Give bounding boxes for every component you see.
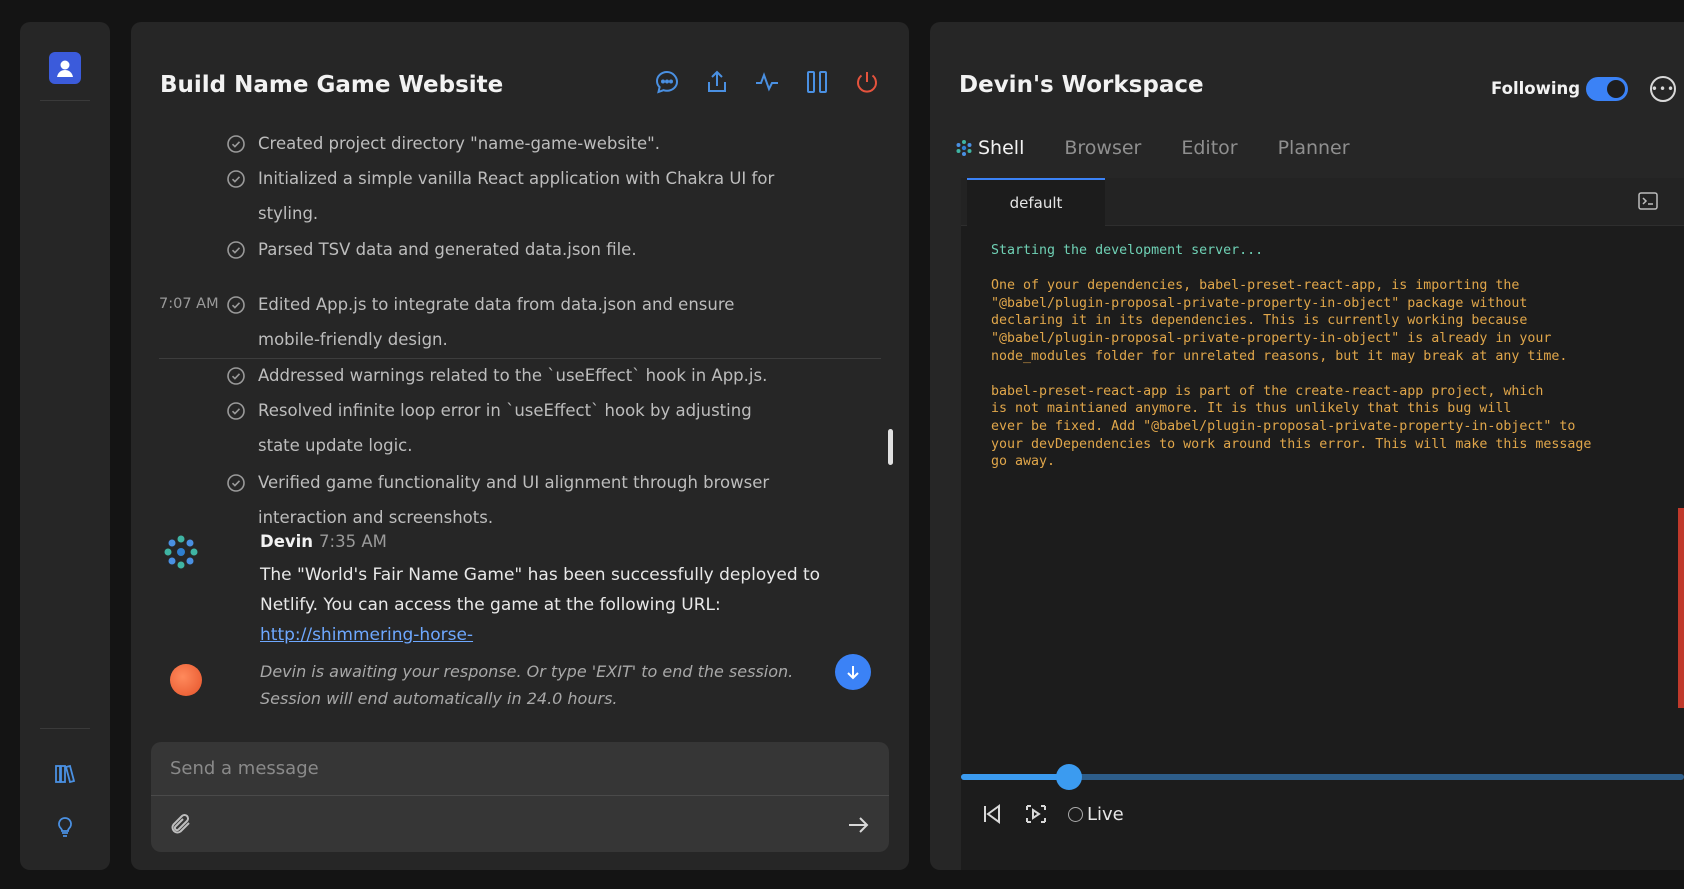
send-arrow-icon[interactable]	[845, 812, 871, 838]
share-icon[interactable]	[703, 68, 731, 96]
step-text: Verified game functionality and UI align…	[258, 473, 770, 527]
chat-title: Build Name Game Website	[160, 72, 504, 98]
workspace-title: Devin's Workspace	[959, 72, 1204, 98]
check-circle-icon	[227, 135, 245, 153]
list-item: Resolved infinite loop error in `useEffe…	[226, 393, 786, 463]
message-body: The "World's Fair Name Game" has been su…	[260, 560, 880, 650]
rail-divider	[40, 100, 90, 101]
live-button[interactable]: Live	[1068, 804, 1124, 825]
deploy-link[interactable]: http://shimmering-horse-	[260, 625, 473, 645]
step-text: Parsed TSV data and generated data.json …	[258, 240, 637, 259]
tab-label: Browser	[1064, 137, 1142, 159]
terminal-info-line: Starting the development server...	[991, 243, 1264, 258]
step-timestamp: 7:07 AM	[159, 296, 219, 312]
check-circle-icon	[227, 170, 245, 188]
scroll-down-button[interactable]	[835, 654, 871, 690]
timeline-progress	[961, 774, 1070, 780]
activity-icon[interactable]	[753, 68, 781, 96]
devin-logo-icon	[164, 535, 198, 569]
playback-controls: Live	[980, 802, 1124, 826]
skip-to-start-icon[interactable]	[980, 802, 1004, 826]
check-circle-icon	[227, 296, 245, 314]
terminal-warning-text: One of your dependencies, babel-preset-r…	[991, 278, 1592, 470]
chat-scrollbar[interactable]	[888, 429, 893, 465]
list-item: Initialized a simple vanilla React appli…	[226, 161, 786, 231]
step-text: Created project directory "name-game-web…	[258, 134, 660, 153]
power-icon[interactable]	[853, 68, 881, 96]
toggle-knob	[1607, 80, 1625, 98]
check-circle-icon	[227, 241, 245, 259]
list-item: Addressed warnings related to the `useEf…	[226, 358, 786, 393]
step-text: Addressed warnings related to the `useEf…	[258, 366, 768, 385]
list-item: Parsed TSV data and generated data.json …	[226, 232, 786, 267]
chat-toolbar	[653, 68, 881, 96]
tab-shell[interactable]: Shell	[955, 132, 1044, 164]
columns-icon[interactable]	[803, 68, 831, 96]
check-circle-icon	[227, 402, 245, 420]
awaiting-text: Devin is awaiting your response. Or type…	[260, 662, 794, 708]
step-text: Initialized a simple vanilla React appli…	[258, 169, 775, 223]
step-text: Resolved infinite loop error in `useEffe…	[258, 401, 752, 455]
tab-editor[interactable]: Editor	[1161, 132, 1257, 164]
following-toggle[interactable]	[1586, 77, 1628, 101]
arrow-down-icon	[847, 666, 859, 680]
left-rail	[20, 22, 110, 870]
tab-browser[interactable]: Browser	[1044, 132, 1161, 164]
terminal-scroll-marker	[1678, 508, 1684, 708]
tab-planner[interactable]: Planner	[1258, 132, 1370, 164]
library-icon[interactable]	[50, 759, 80, 789]
message-time: 7:35 AM	[319, 532, 387, 551]
check-circle-icon	[227, 367, 245, 385]
workspace-panel: Devin's Workspace Following ••• Shell Br…	[930, 22, 1684, 870]
live-indicator-icon	[1068, 806, 1083, 822]
message-author: Devin	[260, 532, 314, 551]
playback-timeline[interactable]	[961, 764, 1684, 790]
message-composer	[151, 742, 889, 852]
tab-label: Shell	[978, 137, 1025, 159]
check-circle-icon	[227, 474, 245, 492]
terminal-tabbar: default	[961, 178, 1684, 226]
chat-icon[interactable]	[653, 68, 681, 96]
more-options-icon[interactable]: •••	[1650, 76, 1676, 102]
list-item: Created project directory "name-game-web…	[226, 126, 786, 161]
following-label: Following	[1491, 79, 1581, 98]
terminal-icon[interactable]	[1638, 192, 1658, 210]
list-item: Verified game functionality and UI align…	[226, 465, 786, 535]
devin-shell-icon	[956, 140, 972, 156]
tab-label: Planner	[1277, 137, 1350, 159]
rail-divider	[40, 728, 90, 729]
user-avatar-icon[interactable]	[49, 52, 81, 84]
workspace-tabs: Shell Browser Editor Planner	[955, 132, 1370, 164]
message-input[interactable]	[151, 742, 889, 796]
terminal-output: Starting the development server... One of…	[991, 242, 1651, 471]
tab-label: Editor	[1181, 137, 1238, 159]
terminal-tab-default[interactable]: default	[967, 178, 1105, 226]
chat-panel: Build Name Game Website Created project …	[131, 22, 909, 870]
paperclip-icon[interactable]	[169, 812, 193, 836]
live-label: Live	[1087, 803, 1124, 825]
status-orb-icon	[170, 664, 202, 696]
list-item: Edited App.js to integrate data from dat…	[226, 287, 786, 357]
message-text: The "World's Fair Name Game" has been su…	[260, 565, 821, 615]
skip-idle-icon[interactable]	[1024, 802, 1048, 826]
step-text: Edited App.js to integrate data from dat…	[258, 295, 735, 349]
message-header: Devin 7:35 AM	[260, 532, 387, 551]
lightbulb-icon[interactable]	[50, 812, 80, 842]
